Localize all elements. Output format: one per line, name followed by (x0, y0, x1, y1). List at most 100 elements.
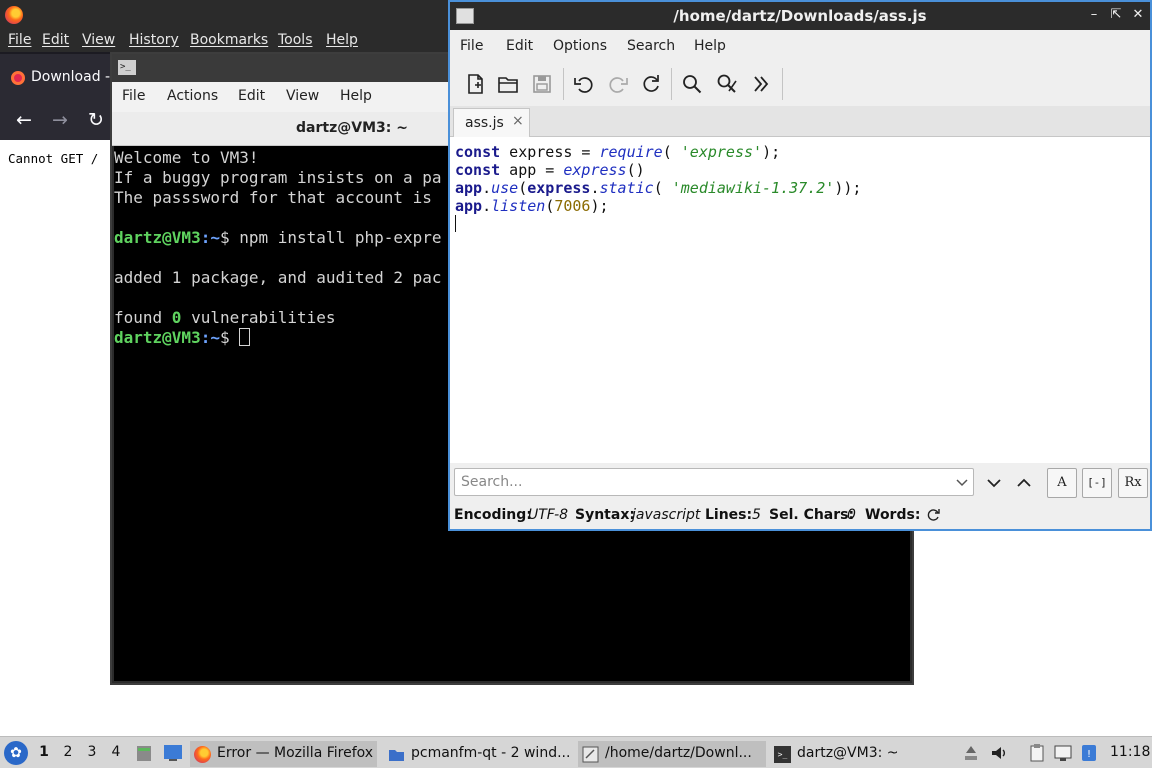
prompt-symbol: $ (219, 328, 240, 347)
more-chevrons-icon[interactable] (748, 71, 774, 97)
lines-value: 5 (752, 507, 761, 523)
refresh-icon[interactable] (927, 508, 941, 522)
find-previous-icon[interactable] (1010, 469, 1038, 497)
find-next-icon[interactable] (980, 469, 1008, 497)
search-combobox[interactable] (454, 468, 974, 496)
firefox-menu-edit[interactable]: Edit (42, 32, 69, 48)
prompt-user: dartz@VM3 (114, 228, 201, 247)
editor-tab-label: ass.js (465, 115, 504, 131)
firefox-page-text: Cannot GET / (8, 151, 99, 166)
editor-window: /home/dartz/Downloads/ass.js – ⇱ ✕ File … (448, 0, 1152, 531)
firefox-menu-help[interactable]: Help (326, 32, 358, 48)
editor-toolbar (450, 62, 1150, 106)
undo-icon[interactable] (571, 71, 597, 97)
taskbar-app-firefox[interactable]: Error — Mozilla Firefox (190, 741, 377, 767)
sel-chars-value: 0 (847, 507, 856, 523)
found-prefix: found (114, 308, 172, 327)
chevron-down-icon[interactable] (955, 474, 969, 490)
terminal-menu-edit[interactable]: Edit (238, 88, 265, 104)
save-icon[interactable] (529, 71, 555, 97)
search-bar: A [-] Rx (450, 463, 1150, 501)
firefox-menu-file[interactable]: File (8, 32, 31, 48)
text-editor-icon (582, 746, 599, 763)
editor-menu-help[interactable]: Help (694, 38, 726, 54)
taskbar: ✿ 1 2 3 4 Error — Mozilla Firefox pcmanf… (0, 736, 1152, 768)
close-icon[interactable]: ✕ (1130, 6, 1146, 24)
workspace-1[interactable]: 1 (36, 744, 52, 760)
editor-menu-edit[interactable]: Edit (506, 38, 533, 54)
volume-icon[interactable] (990, 743, 1008, 763)
redo-icon[interactable] (605, 71, 631, 97)
back-arrow-icon[interactable]: ← (12, 108, 36, 132)
terminal-menu-view[interactable]: View (286, 88, 319, 104)
file-manager-icon[interactable] (135, 743, 153, 763)
firefox-tab-label: Download - (31, 69, 111, 85)
editor-tabbar: ass.js × (450, 106, 1150, 138)
firefox-menu-view[interactable]: View (82, 32, 115, 48)
terminal-icon: >_ (118, 60, 136, 75)
taskbar-app-editor[interactable]: /home/dartz/Downl... (578, 741, 766, 767)
toolbar-separator (671, 68, 672, 100)
find-icon[interactable] (679, 71, 705, 97)
editor-menu-options[interactable]: Options (553, 38, 607, 54)
search-input[interactable] (455, 469, 951, 495)
start-menu-icon[interactable]: ✿ (4, 741, 28, 765)
taskbar-app-terminal[interactable]: >_ dartz@VM3: ~ (770, 741, 910, 767)
code-line: app.listen(7006); (455, 197, 609, 215)
code-line: app.use(express.static( 'mediawiki-1.37.… (455, 179, 862, 197)
editor-menubar: File Edit Options Search Help (450, 30, 1150, 62)
tray-arrow-icon[interactable] (962, 743, 980, 763)
editor-menu-search[interactable]: Search (627, 38, 675, 54)
svg-text:!: ! (1087, 749, 1091, 760)
editor-menu-file[interactable]: File (460, 38, 483, 54)
whole-word-button[interactable]: [-] (1082, 468, 1112, 498)
open-folder-icon[interactable] (495, 71, 521, 97)
reload-icon[interactable]: ↻ (84, 108, 108, 132)
sel-chars-label: Sel. Chars: (769, 507, 855, 523)
syntax-label: Syntax: (575, 507, 635, 523)
clipboard-icon[interactable] (1028, 743, 1046, 763)
code-line (455, 215, 1150, 233)
firefox-menu-tools[interactable]: Tools (278, 32, 313, 48)
editor-statusbar: Encoding: UTF-8 Syntax: javascript Lines… (450, 501, 1150, 529)
code-line: const express = require( 'express'); (455, 143, 781, 161)
maximize-icon[interactable]: ⇱ (1108, 6, 1124, 24)
regex-button[interactable]: Rx (1118, 468, 1148, 498)
firefox-tab[interactable]: Download - (0, 54, 112, 100)
match-case-button[interactable]: A (1047, 468, 1077, 498)
prompt-path: :~ (200, 328, 220, 347)
display-icon[interactable] (1054, 743, 1072, 763)
toolbar-separator (782, 68, 783, 100)
editor-tab[interactable]: ass.js × (453, 108, 530, 138)
code-line: const app = express() (455, 161, 645, 179)
workspace-4[interactable]: 4 (108, 744, 124, 760)
new-file-icon[interactable] (462, 71, 488, 97)
firefox-menu-bookmarks[interactable]: Bookmarks (190, 32, 268, 48)
taskbar-app-label: Error — Mozilla Firefox (217, 745, 374, 761)
lines-label: Lines: (705, 507, 753, 523)
taskbar-app-label: /home/dartz/Downl... (605, 745, 752, 761)
workspace-2[interactable]: 2 (60, 744, 76, 760)
terminal-menu-actions[interactable]: Actions (167, 88, 218, 104)
replace-icon[interactable] (714, 71, 740, 97)
code-editor[interactable]: const express = require( 'express'); cons… (450, 137, 1150, 463)
forward-arrow-icon[interactable]: → (48, 108, 72, 132)
taskbar-app-label: dartz@VM3: ~ (797, 745, 899, 761)
show-desktop-icon[interactable] (163, 744, 183, 762)
minimize-icon[interactable]: – (1086, 6, 1102, 24)
syntax-value: javascript (632, 507, 701, 523)
tab-close-icon[interactable]: × (512, 114, 526, 128)
prompt-path: :~ (200, 228, 220, 247)
workspace-3[interactable]: 3 (84, 744, 100, 760)
reload-icon[interactable] (638, 71, 664, 97)
firefox-menu-history[interactable]: History (129, 32, 179, 48)
taskbar-app-pcmanfm[interactable]: pcmanfm-qt - 2 wind... (384, 741, 574, 767)
terminal-menu-file[interactable]: File (122, 88, 145, 104)
toolbar-separator (563, 68, 564, 100)
notification-icon[interactable]: ! (1080, 743, 1098, 763)
terminal-cursor (239, 328, 251, 346)
terminal-menu-help[interactable]: Help (340, 88, 372, 104)
editor-titlebar: /home/dartz/Downloads/ass.js – ⇱ ✕ (450, 2, 1150, 30)
encoding-label: Encoding: (454, 507, 532, 523)
editor-title: /home/dartz/Downloads/ass.js (673, 7, 927, 25)
